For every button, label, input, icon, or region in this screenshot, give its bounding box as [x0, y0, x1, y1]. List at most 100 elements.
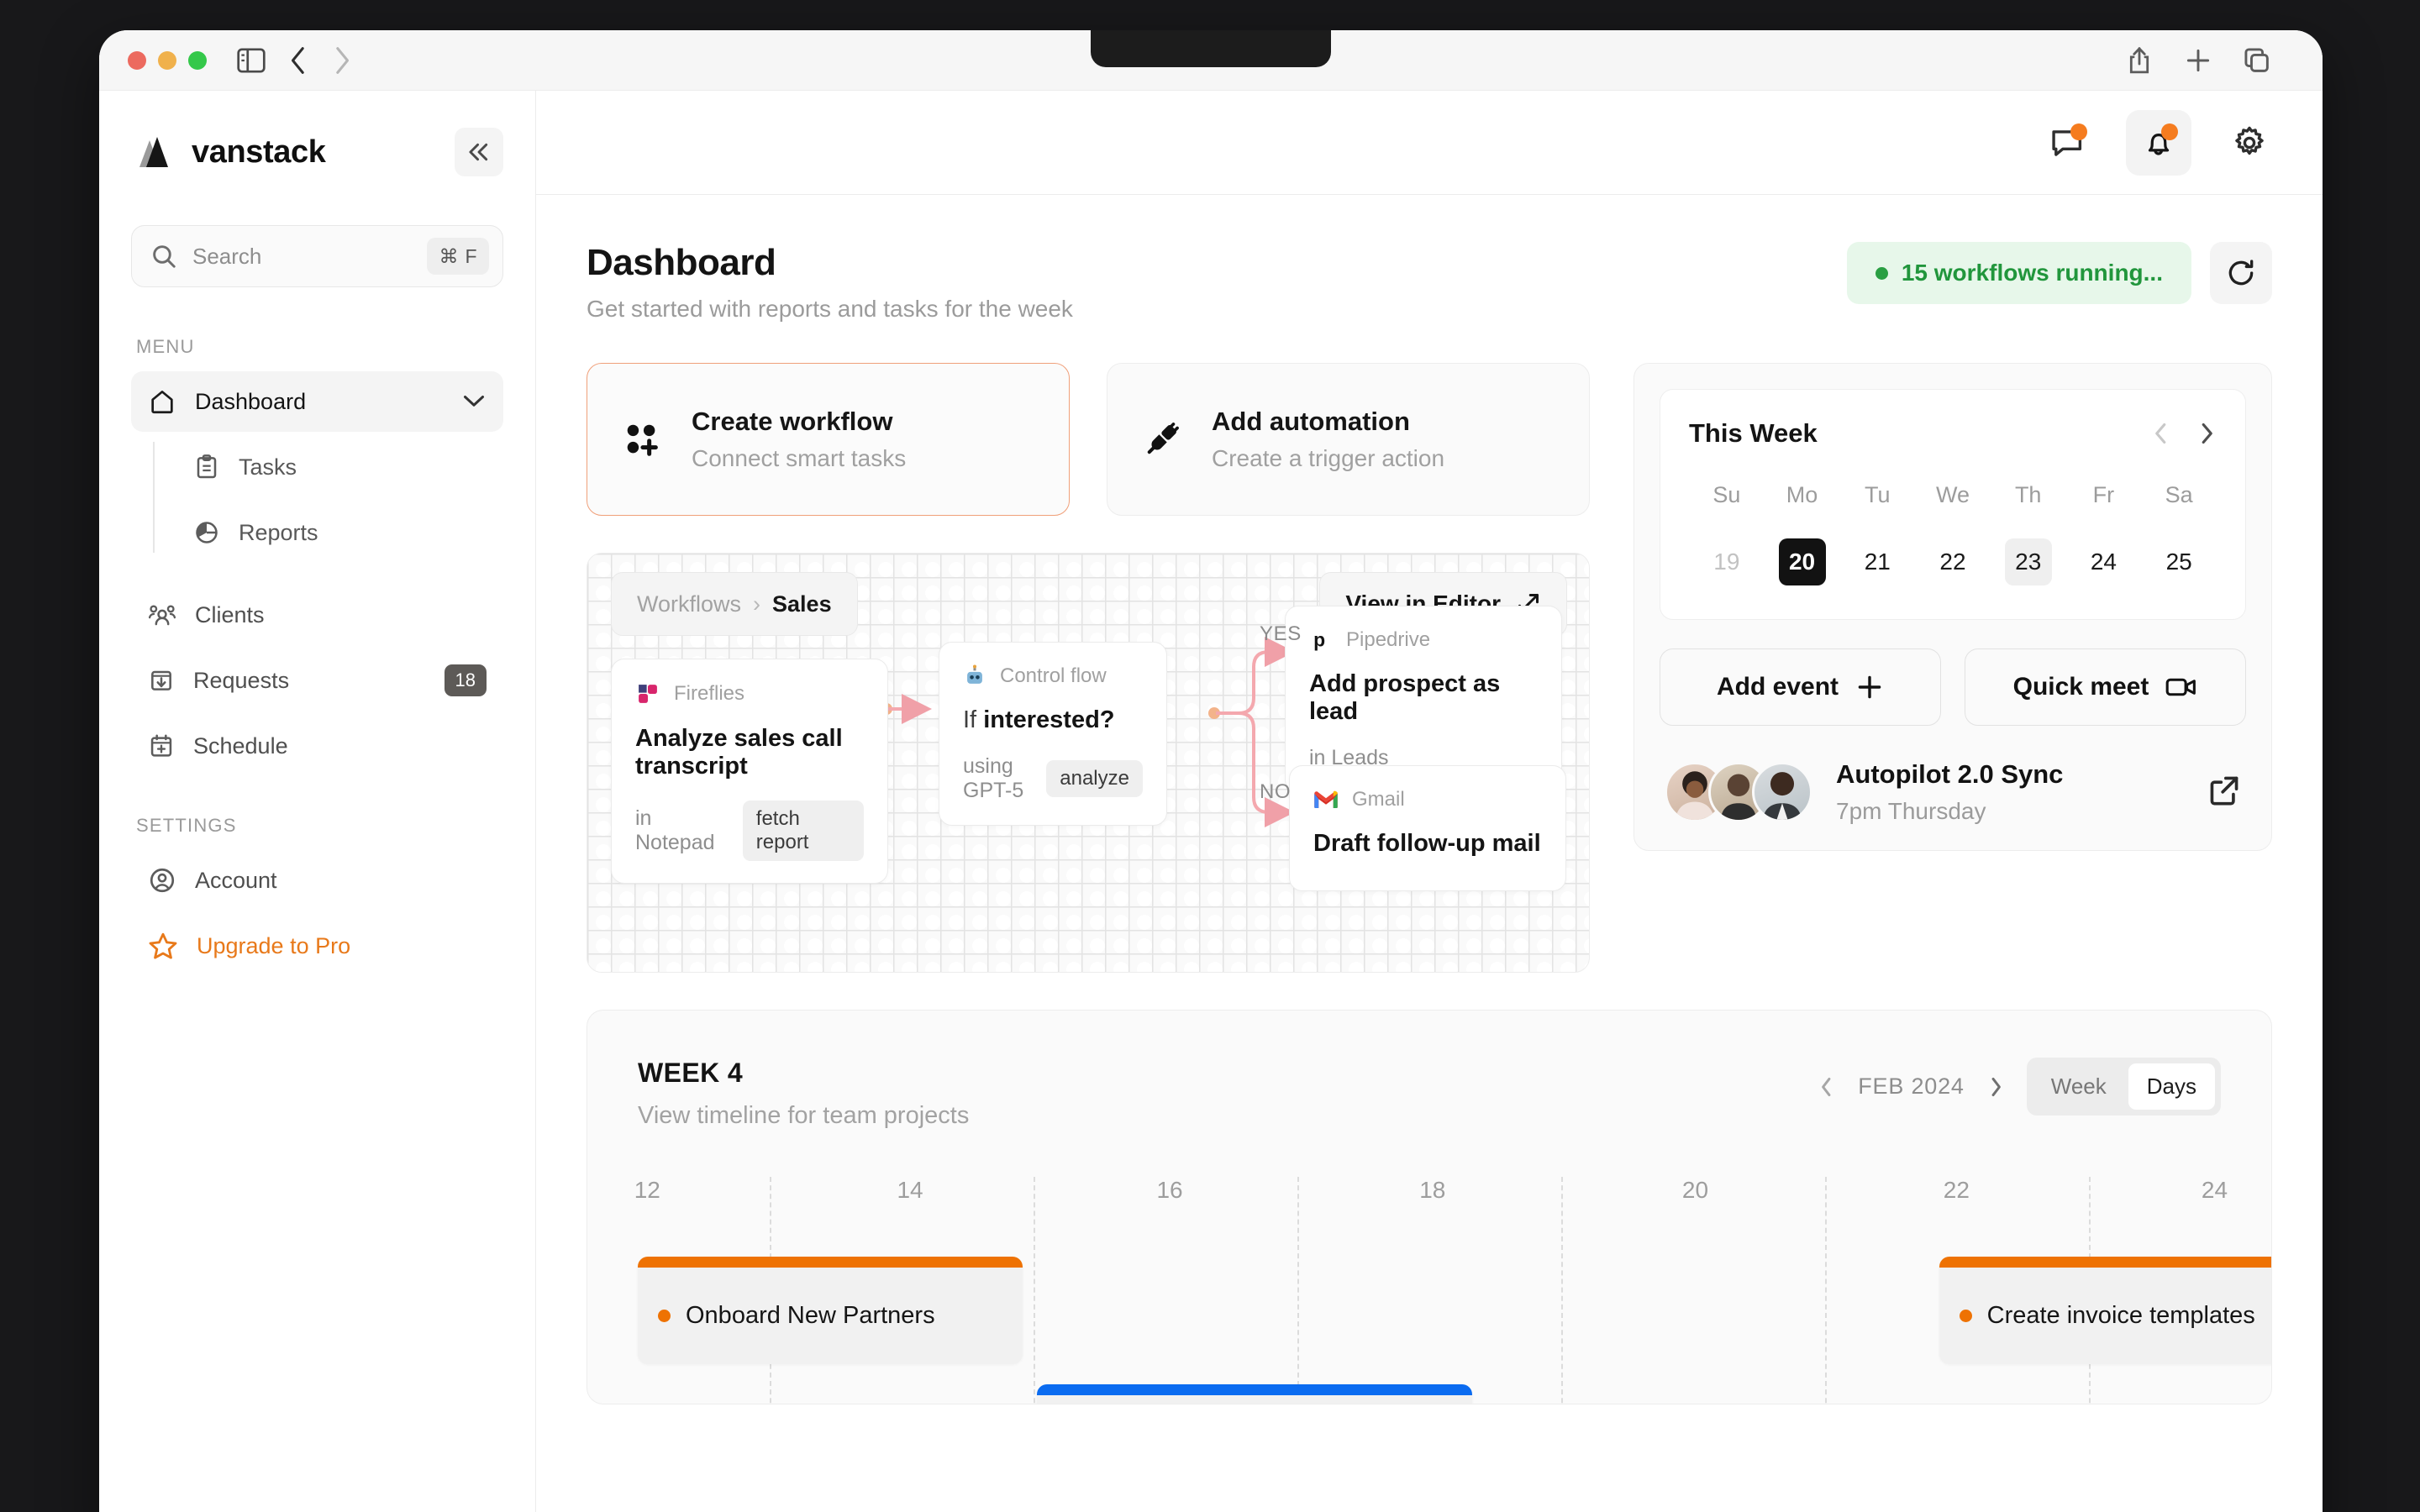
back-icon[interactable]: [287, 46, 309, 75]
chevron-down-icon[interactable]: [461, 389, 487, 415]
new-tab-icon[interactable]: [2185, 47, 2212, 74]
breadcrumb-root[interactable]: Workflows: [637, 591, 741, 617]
gantt-bar-label: Onboard New Partners: [686, 1302, 935, 1329]
calendar-next-button[interactable]: [2196, 421, 2217, 446]
external-link-icon[interactable]: [2207, 774, 2241, 811]
workflow-canvas[interactable]: Workflows › Sales View in Editor YES NO …: [587, 553, 1590, 973]
settings-gear-icon[interactable]: [2217, 110, 2282, 176]
sidebar-item-tasks[interactable]: Tasks: [176, 437, 503, 497]
node-chip[interactable]: fetch report: [742, 801, 864, 861]
menu-section-label: MENU: [136, 336, 195, 357]
gantt-bar[interactable]: Create invoice templates: [1939, 1257, 2271, 1364]
breadcrumb-separator-icon: ›: [753, 591, 761, 617]
search-shortcut-hint: ⌘ F: [427, 238, 489, 275]
tab-overview-icon[interactable]: [2244, 47, 2270, 74]
calendar-prev-button[interactable]: [2151, 421, 2171, 446]
timeline-card: WEEK 4 View timeline for team projects F…: [587, 1010, 2272, 1404]
video-camera-icon: [2165, 675, 2197, 699]
sidebar-item-requests[interactable]: Requests 18: [131, 650, 503, 711]
add-nodes-icon: [621, 418, 663, 460]
quick-meet-button[interactable]: Quick meet: [1965, 648, 2246, 726]
sidebar-item-label: Upgrade to Pro: [197, 932, 351, 958]
page-subtitle: Get started with reports and tasks for t…: [587, 296, 1073, 322]
sidebar-item-clients[interactable]: Clients: [131, 585, 503, 645]
share-icon[interactable]: [2126, 45, 2153, 76]
sidebar-toggle-icon[interactable]: [237, 47, 266, 73]
forward-icon[interactable]: [331, 46, 353, 75]
brand-name: vanstack: [192, 134, 326, 170]
calendar-day[interactable]: 22: [1929, 538, 1976, 585]
calendar-grid: Su Mo Tu We Th Fr Sa 19 20 21 22 23 24 2…: [1689, 482, 2217, 585]
sidebar-item-reports[interactable]: Reports: [176, 502, 503, 563]
calendar-widget: This Week Su Mo Tu We Th Fr Sa 19 20 21 …: [1660, 389, 2246, 620]
users-icon: [148, 601, 176, 629]
sidebar-item-label: Schedule: [193, 732, 288, 759]
sidebar-item-dashboard[interactable]: Dashboard: [131, 371, 503, 432]
add-event-button[interactable]: Add event: [1660, 648, 1941, 726]
node-source: Control flow: [1000, 664, 1107, 687]
sidebar-item-upgrade-to-pro[interactable]: Upgrade to Pro: [131, 916, 503, 976]
node-source: Pipedrive: [1346, 628, 1431, 651]
gantt-bar-label: Create invoice templates: [1986, 1302, 2255, 1329]
event-time: 7pm Thursday: [1836, 798, 1986, 824]
search-input[interactable]: Search ⌘ F: [131, 225, 503, 287]
minimize-window-button[interactable]: [158, 50, 176, 70]
timeline-prev-button[interactable]: [1818, 1075, 1836, 1099]
add-automation-card[interactable]: Add automation Create a trigger action: [1107, 363, 1590, 516]
event-title: Autopilot 2.0 Sync: [1836, 759, 2064, 789]
collapse-sidebar-button[interactable]: [455, 128, 503, 176]
notifications-bell-icon[interactable]: [2126, 109, 2191, 176]
calendar-day[interactable]: 25: [2155, 538, 2202, 585]
workflow-node[interactable]: Fireflies Analyze sales call transcript …: [611, 659, 888, 884]
messages-icon[interactable]: [2035, 110, 2101, 176]
brand[interactable]: vanstack: [131, 128, 503, 176]
page-header: Dashboard Get started with reports and t…: [587, 242, 2272, 323]
gantt-tick-label: 16: [1156, 1177, 1183, 1203]
gantt-chart: 12 14 16 18 20 22 24 Onboard New Partner…: [634, 1177, 2271, 1404]
status-text: 15 workflows running...: [1901, 260, 2163, 286]
maximize-window-button[interactable]: [188, 50, 207, 70]
workflow-node[interactable]: Control flow If interested? using GPT-5 …: [939, 642, 1167, 826]
avatar: [1752, 762, 1812, 822]
settings-section-label: SETTINGS: [136, 815, 237, 836]
timeline-view-days[interactable]: Days: [2128, 1063, 2215, 1110]
workflow-node[interactable]: Gmail Draft follow-up mail: [1289, 765, 1566, 891]
close-window-button[interactable]: [128, 50, 146, 70]
node-title: Analyze sales call transcript: [635, 725, 843, 780]
create-workflow-card[interactable]: Create workflow Connect smart tasks: [587, 363, 1070, 516]
upcoming-event-row[interactable]: Autopilot 2.0 Sync 7pm Thursday: [1660, 759, 2246, 825]
right-column: This Week Su Mo Tu We Th Fr Sa 19 20 21 …: [1634, 363, 2272, 973]
pipedrive-logo-icon: p: [1309, 628, 1333, 652]
calendar-day[interactable]: 19: [1703, 538, 1750, 585]
gantt-bar[interactable]: Onboard New Partners: [638, 1257, 1023, 1364]
breadcrumb[interactable]: Workflows › Sales: [611, 572, 858, 636]
refresh-button[interactable]: [2210, 242, 2272, 304]
sidebar-item-schedule[interactable]: Schedule: [131, 716, 503, 776]
display-notch: [1091, 30, 1331, 67]
gantt-bar[interactable]: [1036, 1384, 1472, 1404]
calendar-day-today[interactable]: 20: [1778, 538, 1826, 585]
sidebar-item-account[interactable]: Account: [131, 850, 503, 911]
calendar-day[interactable]: 24: [2080, 538, 2127, 585]
node-meta: in Notepad: [635, 806, 715, 854]
node-chip[interactable]: analyze: [1046, 760, 1143, 797]
window-controls[interactable]: [128, 50, 207, 70]
plug-icon: [1141, 418, 1183, 460]
gantt-tick-label: 20: [1681, 1177, 1709, 1203]
requests-count-badge: 18: [444, 664, 487, 696]
app-topbar: [536, 91, 2323, 195]
gantt-tick-label: 24: [2201, 1177, 2228, 1203]
calendar-dow: Tu: [1865, 482, 1891, 507]
node-source: Fireflies: [674, 682, 745, 705]
calendar-day-selected[interactable]: 23: [2004, 538, 2052, 585]
vanstack-logo-icon: [131, 132, 175, 172]
calendar-plus-icon: [148, 732, 175, 759]
timeline-view-week[interactable]: Week: [2033, 1063, 2125, 1110]
calendar-day[interactable]: 21: [1854, 538, 1901, 585]
svg-text:p: p: [1313, 629, 1325, 651]
user-circle-icon: [148, 866, 176, 895]
browser-window: vanstack Search ⌘ F MENU Dashboard Tasks…: [99, 30, 2323, 1512]
timeline-view-toggle: Week Days: [2026, 1058, 2221, 1116]
calendar-dow: Fr: [2092, 482, 2115, 507]
timeline-next-button[interactable]: [1986, 1075, 2005, 1099]
